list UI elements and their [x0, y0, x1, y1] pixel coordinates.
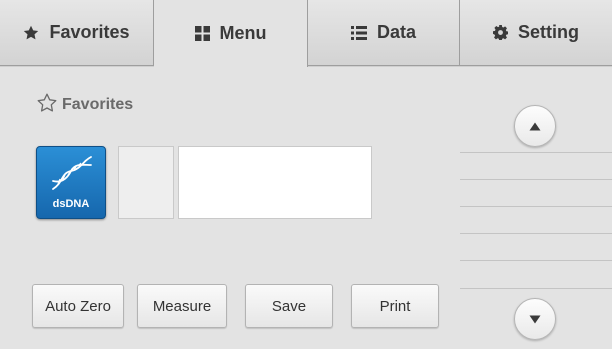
tile-label: dsDNA — [52, 198, 90, 210]
tab-favorites[interactable]: Favorites — [0, 0, 154, 66]
tab-label: Data — [376, 22, 416, 42]
list-divider — [460, 233, 612, 234]
gear-icon — [493, 25, 508, 40]
star-icon — [23, 25, 39, 41]
tab-setting[interactable]: Setting — [460, 0, 612, 66]
tab-label: Favorites — [49, 22, 130, 42]
favorites-heading: Favorites — [37, 93, 133, 117]
auto-zero-button[interactable]: Auto Zero — [32, 284, 124, 328]
list-divider — [460, 288, 612, 289]
tab-bar: Favorites Menu Data Setting — [0, 0, 612, 67]
grid-icon — [194, 26, 210, 41]
list-divider — [460, 179, 612, 180]
list-icon — [350, 25, 367, 40]
favorite-slot-empty[interactable] — [118, 146, 174, 219]
dna-icon — [52, 156, 92, 190]
tab-data[interactable]: Data — [308, 0, 460, 66]
scroll-down-button[interactable] — [514, 298, 556, 340]
tab-label: Setting — [518, 22, 579, 42]
list-divider — [460, 206, 612, 207]
favorites-heading-label: Favorites — [62, 96, 134, 113]
right-list — [460, 152, 612, 289]
chevron-down-icon — [529, 315, 541, 323]
star-outline-icon — [37, 93, 57, 117]
chevron-up-icon — [529, 122, 541, 130]
list-divider — [460, 260, 612, 261]
print-button[interactable]: Print — [351, 284, 439, 328]
favorite-slot-empty-wide[interactable] — [178, 146, 372, 219]
scroll-up-button[interactable] — [514, 105, 556, 147]
save-button[interactable]: Save — [245, 284, 333, 328]
tab-label: Menu — [219, 23, 267, 43]
list-divider — [460, 152, 612, 153]
tab-menu[interactable]: Menu — [154, 0, 308, 67]
measure-button[interactable]: Measure — [137, 284, 227, 328]
favorite-tile-dsdna[interactable]: dsDNA — [36, 146, 106, 219]
